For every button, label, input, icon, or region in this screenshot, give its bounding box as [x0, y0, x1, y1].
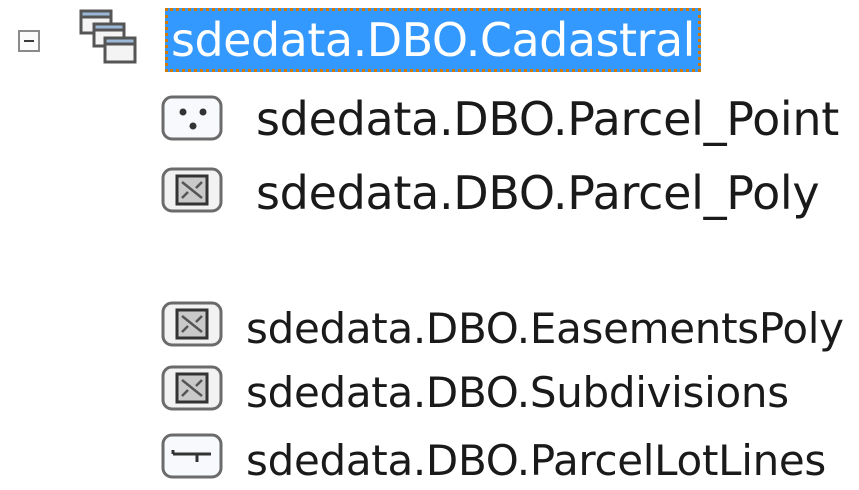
tree-node-subdivisions[interactable]: sdedata.DBO.Subdivisions: [160, 362, 859, 422]
tree-node-label[interactable]: sdedata.DBO.Cadastral: [165, 8, 701, 72]
line-feature-class-icon: [161, 433, 223, 479]
tree-node-parcel-lot-lines[interactable]: sdedata.DBO.ParcelLotLines: [160, 428, 859, 488]
catalog-tree: sdedata.DBO.Cadastral sdedata.DBO.Parcel…: [0, 0, 859, 490]
tree-node-label[interactable]: sdedata.DBO.Parcel_Poly: [256, 170, 820, 216]
polygon-feature-class-icon: [161, 167, 223, 213]
feature-dataset-icon: [79, 9, 137, 64]
tree-node-label[interactable]: sdedata.DBO.Subdivisions: [246, 372, 789, 414]
tree-node-easements-poly[interactable]: sdedata.DBO.EasementsPoly: [160, 298, 859, 358]
tree-node-cadastral[interactable]: sdedata.DBO.Cadastral: [0, 0, 859, 86]
tree-node-label[interactable]: sdedata.DBO.Parcel_Point: [256, 96, 839, 142]
tree-node-parcel-point[interactable]: sdedata.DBO.Parcel_Point: [160, 88, 859, 148]
collapse-toggle-icon[interactable]: [18, 30, 40, 52]
polygon-feature-class-icon: [161, 301, 223, 347]
polygon-feature-class-icon: [161, 365, 223, 411]
tree-node-parcel-poly[interactable]: sdedata.DBO.Parcel_Poly: [160, 162, 859, 222]
point-feature-class-icon: [161, 95, 223, 141]
tree-node-label[interactable]: sdedata.DBO.EasementsPoly: [246, 308, 844, 350]
tree-node-label[interactable]: sdedata.DBO.ParcelLotLines: [246, 440, 826, 482]
